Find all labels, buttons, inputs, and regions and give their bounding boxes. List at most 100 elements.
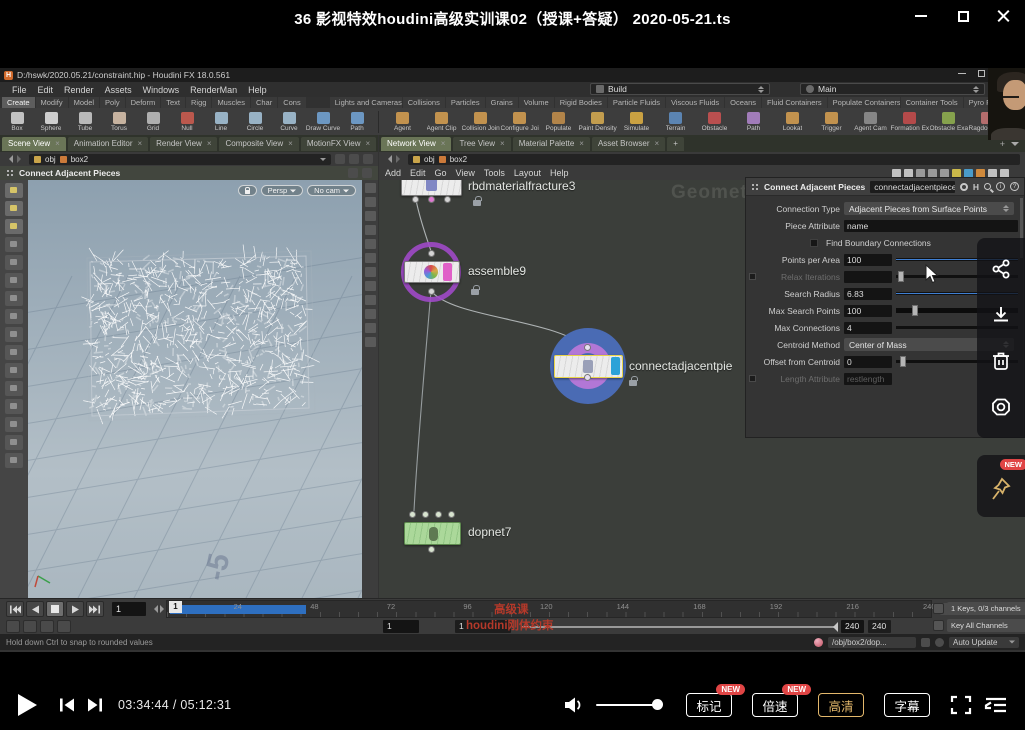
input-connector[interactable] — [584, 344, 591, 351]
close-tab-icon[interactable]: × — [579, 139, 584, 148]
realtime-toggle-icon[interactable] — [6, 620, 20, 633]
view-persp-button[interactable]: Persp — [261, 185, 304, 196]
shelf-tab-particle-fluids[interactable]: Particle Fluids — [608, 97, 665, 108]
network-menu-view[interactable]: View — [456, 168, 475, 178]
parameter-node-name-field[interactable]: connectadjacentpieces1 — [870, 181, 955, 193]
param-field-search-radius[interactable]: 6.83 — [844, 288, 892, 300]
select-objects-icon[interactable] — [5, 201, 23, 216]
node-name[interactable]: rbdmaterialfracture3 — [468, 180, 575, 193]
go-to-end-button[interactable] — [86, 601, 104, 617]
param-field-max-search-points[interactable]: 100 — [844, 305, 892, 317]
timeline-ruler[interactable]: 1 24487296120144168192216240 — [166, 600, 932, 618]
previous-video-button[interactable] — [58, 697, 76, 718]
menu-item-windows[interactable]: Windows — [143, 85, 180, 95]
share-button[interactable] — [988, 256, 1014, 282]
stop-button[interactable] — [46, 601, 64, 617]
param-field-offset-from-centroid[interactable]: 0 — [844, 356, 892, 368]
drag-handle-icon[interactable] — [6, 169, 14, 177]
shelf-tool-agent-clip[interactable]: Agent Clip — [422, 112, 461, 132]
range-end-field[interactable]: 240 — [868, 620, 891, 633]
shelf-tab-modify[interactable]: Modify — [36, 97, 68, 108]
network-menu-edit[interactable]: Edit — [410, 168, 426, 178]
shelf-tab-model[interactable]: Model — [69, 97, 99, 108]
menu-item-file[interactable]: File — [12, 85, 27, 95]
shelf-tab-char[interactable]: Char — [251, 97, 277, 108]
move-icon[interactable] — [5, 255, 23, 270]
menu-item-render[interactable]: Render — [64, 85, 94, 95]
loop-mode-icon[interactable] — [40, 620, 54, 633]
shelf-tool-tube[interactable]: Tube — [68, 112, 102, 132]
player-button-item[interactable]: 高清 — [818, 693, 864, 717]
path-segment[interactable]: obj — [424, 155, 435, 164]
player-button-item[interactable]: 字幕 — [884, 693, 930, 717]
houdini-minimize-icon[interactable] — [958, 73, 966, 75]
close-tab-icon[interactable]: × — [655, 139, 660, 148]
input-connector[interactable] — [435, 511, 442, 518]
pane-tab-animation-editor[interactable]: Animation Editor× — [68, 137, 148, 151]
shelf-tab-rigg[interactable]: Rigg — [186, 97, 211, 108]
camera-lock-button[interactable] — [238, 185, 257, 196]
checkbox-find-boundary-connections[interactable] — [810, 239, 818, 247]
light-icon[interactable] — [365, 225, 376, 235]
shelf-tool-circle[interactable]: Circle — [238, 112, 272, 132]
close-tab-icon[interactable]: × — [288, 139, 293, 148]
network-menu-add[interactable]: Add — [385, 168, 401, 178]
pane-tab-tree-view[interactable]: Tree View× — [453, 137, 510, 151]
camera-lock-icon[interactable] — [365, 183, 376, 193]
back-arrow-icon[interactable] — [384, 155, 392, 163]
display-flag[interactable] — [611, 357, 620, 375]
handles-icon[interactable] — [5, 327, 23, 342]
output-connector[interactable] — [428, 546, 435, 553]
grid-icon[interactable] — [365, 309, 376, 319]
shelf-tab-container-tools[interactable]: Container Tools — [901, 97, 963, 108]
shadow-icon[interactable] — [365, 239, 376, 249]
shelf-tool-formation-example[interactable]: Formation Example — [890, 112, 929, 132]
scene-selector[interactable]: Main — [800, 83, 985, 95]
output-connector[interactable] — [412, 196, 419, 203]
shelf-tool-line[interactable]: Line — [204, 112, 238, 132]
shelf-tab-muscles[interactable]: Muscles — [212, 97, 250, 108]
audio-toggle-icon[interactable] — [23, 620, 37, 633]
shelf-tab-volume[interactable]: Volume — [519, 97, 554, 108]
range-start-field[interactable]: 1 — [383, 620, 419, 633]
pane-tab-asset-browser[interactable]: Asset Browser× — [592, 137, 665, 151]
shelf-tool-collision-joints[interactable]: Collision Joints — [461, 112, 500, 132]
select-arrow-icon[interactable] — [5, 237, 23, 252]
go-to-start-button[interactable] — [6, 601, 24, 617]
menu-item-renderman[interactable]: RenderMan — [190, 85, 237, 95]
playhead-marker[interactable]: 1 — [169, 601, 182, 613]
shelf-tool-draw-curve[interactable]: Draw Curve — [306, 112, 340, 132]
select-geometry-icon[interactable] — [5, 219, 23, 234]
key-icon[interactable] — [933, 620, 944, 631]
forward-arrow-icon[interactable] — [396, 155, 404, 163]
houdini-help-icon[interactable]: H — [973, 182, 979, 192]
viewport-path-field[interactable]: obj box2 — [29, 154, 331, 165]
shelf-tab-poly[interactable]: Poly — [100, 97, 125, 108]
camera-select-button[interactable]: No cam — [307, 185, 356, 196]
display-options-icon[interactable] — [365, 337, 376, 347]
volume-button[interactable] — [564, 696, 584, 719]
output-connector[interactable] — [444, 196, 451, 203]
network-menu-layout[interactable]: Layout — [514, 168, 541, 178]
node-rbdmaterialfracture3[interactable] — [401, 180, 462, 196]
close-tab-icon[interactable]: × — [441, 139, 446, 148]
player-button-item[interactable]: 标记NEW — [686, 693, 732, 717]
node-name[interactable]: assemble9 — [468, 264, 526, 278]
network-menu-help[interactable]: Help — [550, 168, 569, 178]
download-button[interactable] — [988, 302, 1014, 328]
rotate-icon[interactable] — [5, 273, 23, 288]
pane-tab-composite-view[interactable]: Composite View× — [219, 137, 298, 151]
normals-icon[interactable] — [365, 281, 376, 291]
view-icon[interactable] — [5, 183, 23, 198]
shelf-tool-grid[interactable]: Grid — [136, 112, 170, 132]
player-button-item[interactable]: 倍速NEW — [752, 693, 798, 717]
param-menu-connection-type[interactable]: Adjacent Pieces from Surface Points — [844, 202, 1014, 215]
shelf-tab-cons[interactable]: Cons — [278, 97, 306, 108]
info-icon[interactable]: i — [996, 182, 1005, 191]
help-icon[interactable] — [362, 168, 372, 178]
shelf-tab-populate-containers[interactable]: Populate Containers — [828, 97, 900, 108]
houdini-maximize-icon[interactable] — [978, 70, 985, 77]
node-assemble9[interactable] — [404, 261, 460, 283]
shelf-tab-grains[interactable]: Grains — [486, 97, 518, 108]
close-tab-icon[interactable]: × — [500, 139, 505, 148]
